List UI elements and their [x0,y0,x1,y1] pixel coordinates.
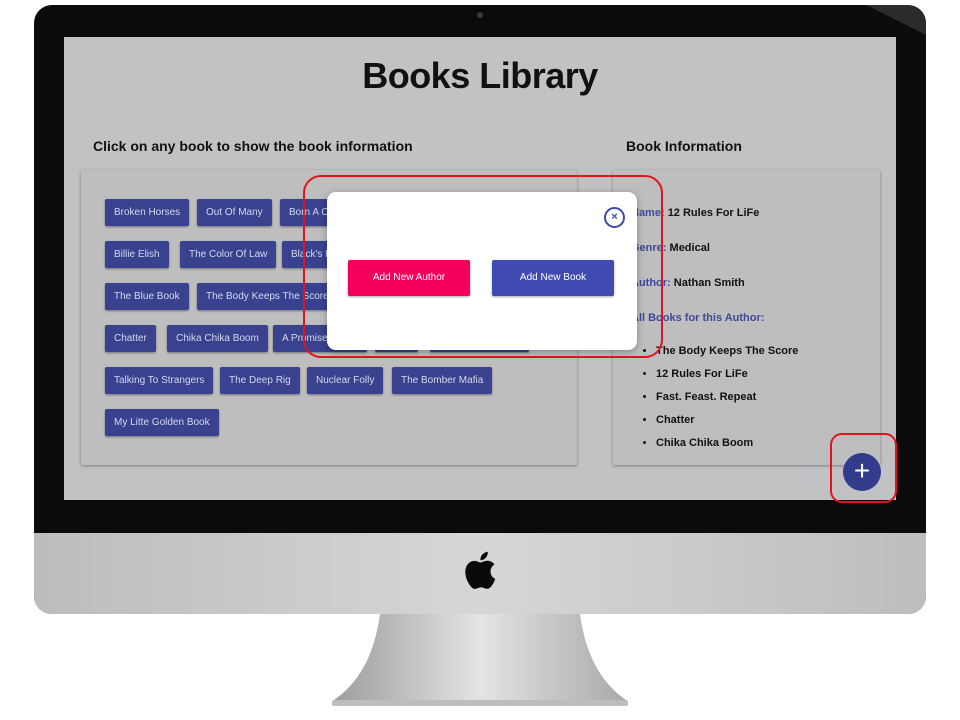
book-button[interactable]: Out Of Many [197,199,272,226]
book-button[interactable]: The Blue Book [105,283,189,310]
list-item: The Body Keeps The Score [656,340,798,363]
info-heading: Book Information [626,138,742,154]
book-button[interactable]: Nuclear Folly [307,367,384,394]
webcam [477,12,483,18]
modal-highlight [303,175,663,358]
monitor-stand [332,614,628,706]
page-title: Books Library [362,55,598,96]
book-button[interactable]: Talking To Strangers [105,367,214,394]
list-item: Chatter [656,409,798,432]
book-button[interactable]: The Bomber Mafia [392,367,493,394]
genre-value: Medical [669,242,710,254]
author-value: Nathan Smith [673,277,745,289]
book-button[interactable]: Chatter [105,325,156,352]
apple-logo-icon [465,551,496,589]
list-item: 12 Rules For LiFe [656,363,798,386]
book-button[interactable]: My Litte Golden Book [105,409,219,436]
fab-highlight [830,433,897,503]
book-button[interactable]: The Color Of Law [180,241,277,268]
list-item: Chika Chika Boom [656,432,798,455]
book-button[interactable]: Billie Elish [105,241,169,268]
monitor-chin [34,533,926,614]
name-value: 12 Rules For LiFe [667,207,760,219]
book-button[interactable]: Chika Chika Boom [167,325,268,352]
book-button[interactable]: The Deep Rig [220,367,300,394]
author-books-list: The Body Keeps The Score 12 Rules For Li… [641,340,798,455]
books-heading: Click on any book to show the book infor… [93,138,413,154]
list-item: Fast. Feast. Repeat [656,386,798,409]
monitor-glare [866,5,926,35]
book-button[interactable]: Broken Horses [105,199,190,226]
